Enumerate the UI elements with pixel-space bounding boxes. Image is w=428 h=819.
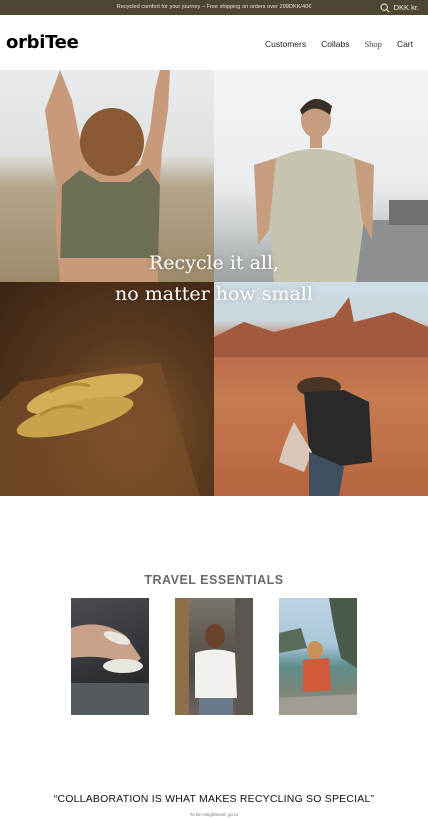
- announcement-bar: Recycled comfort for your journey – Free…: [0, 0, 428, 15]
- collab-subtext: To be enlightened, go to: [189, 812, 239, 817]
- search-icon[interactable]: [380, 3, 390, 13]
- hero-image-hiker-desert: [214, 282, 428, 496]
- nav-shop[interactable]: Shop: [364, 39, 381, 49]
- hero-headline-line2: no matter how small: [115, 283, 313, 305]
- site-header: orbiTee Customers Collabs Shop Cart: [0, 15, 428, 70]
- currency-selector[interactable]: DKK kr.: [380, 0, 419, 15]
- nav-collabs[interactable]: Collabs: [321, 39, 349, 49]
- product-card-flipflops-feet[interactable]: [71, 598, 149, 715]
- announcement-message: Recycled comfort for your journey – Free…: [116, 4, 312, 10]
- hero-image-flipflops: [0, 282, 214, 496]
- hero-headline-line1: Recycle it all,: [148, 252, 280, 274]
- travel-essentials-title: TRAVEL ESSENTIALS: [144, 573, 284, 587]
- product-card-hiker-backpack[interactable]: [279, 598, 357, 715]
- travel-essentials-grid: [71, 598, 357, 715]
- logo[interactable]: orbiTee: [6, 32, 79, 53]
- main-nav: Customers Collabs Shop Cart: [265, 39, 413, 49]
- collab-quote: “COLLABORATION IS WHAT MAKES RECYCLING S…: [53, 793, 375, 805]
- nav-cart[interactable]: Cart: [397, 39, 413, 49]
- currency-label[interactable]: DKK kr.: [394, 0, 419, 15]
- product-card-man-tshirt[interactable]: [175, 598, 253, 715]
- hero-banner[interactable]: Recycle it all, no matter how small: [0, 70, 428, 496]
- hero-headline: Recycle it all, no matter how small: [0, 248, 428, 310]
- nav-customers[interactable]: Customers: [265, 39, 306, 49]
